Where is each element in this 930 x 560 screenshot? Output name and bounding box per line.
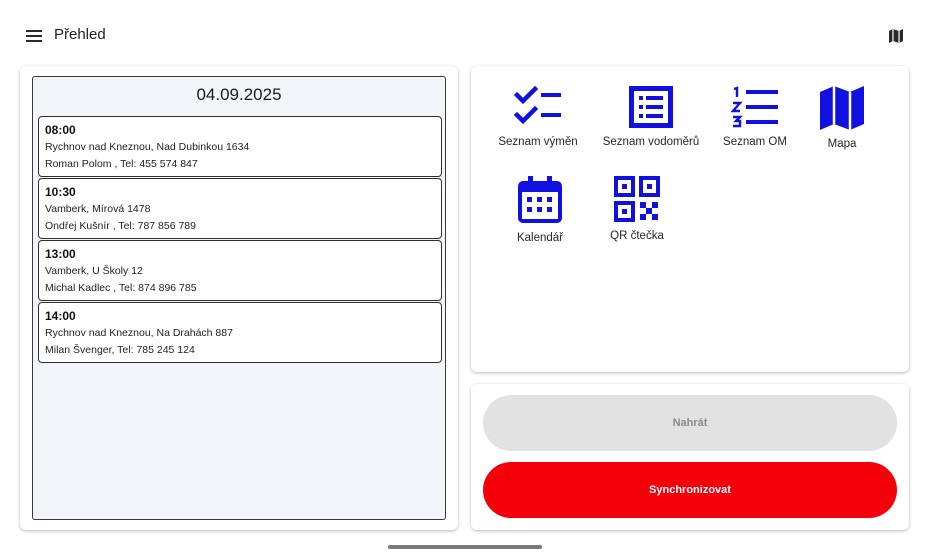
qr-code-icon <box>614 176 660 222</box>
page-title: Přehled <box>54 26 106 43</box>
hamburger-menu-icon <box>26 30 42 42</box>
schedule-card: 04.09.2025 08:00 Rychnov nad Kneznou, Na… <box>20 66 458 530</box>
appointment-time: 13:00 <box>45 247 76 261</box>
appointment-item[interactable]: 08:00 Rychnov nad Kneznou, Nad Dubinkou … <box>38 116 442 177</box>
appointment-address: Vamberk, U Školy 12 <box>45 265 143 277</box>
day-panel: 04.09.2025 08:00 Rychnov nad Kneznou, Na… <box>32 76 446 520</box>
calendar-icon <box>518 176 562 223</box>
appointment-time: 14:00 <box>45 309 76 323</box>
tile-label: QR čtečka <box>610 230 664 242</box>
tile-label: Mapa <box>827 138 857 150</box>
tile-label: Kalendář <box>516 232 564 244</box>
numbered-list-icon <box>730 86 778 128</box>
appointment-item[interactable]: 10:30 Vamberk, Mírová 1478 Ondřej Kušnír… <box>38 178 442 239</box>
sync-card: Nahrát Synchronizovat <box>471 384 909 530</box>
tile-qr-ctecka[interactable]: QR čtečka <box>583 176 691 260</box>
tile-label: Seznam vodoměrů <box>602 136 700 148</box>
menu-card: Seznam výměn Seznam vodoměrů Seznam OM M… <box>471 66 909 372</box>
tile-mapa[interactable]: Mapa <box>788 86 896 170</box>
tile-seznam-vymen[interactable]: Seznam výměn <box>484 86 592 170</box>
map-button[interactable] <box>884 24 908 48</box>
appointment-address: Rychnov nad Kneznou, Na Drahách 887 <box>45 327 233 339</box>
appointment-time: 08:00 <box>45 123 76 137</box>
appointment-item[interactable]: 14:00 Rychnov nad Kneznou, Na Drahách 88… <box>38 302 442 363</box>
schedule-date: 04.09.2025 <box>196 85 282 104</box>
synchronize-button[interactable]: Synchronizovat <box>483 462 897 518</box>
tile-seznam-vodomeru[interactable]: Seznam vodoměrů <box>597 86 705 170</box>
map-icon <box>820 86 864 130</box>
appointment-contact: Milan Švenger, Tel: 785 245 124 <box>45 344 195 356</box>
list-document-icon <box>629 86 673 128</box>
appointment-address: Rychnov nad Kneznou, Nad Dubinkou 1634 <box>45 141 250 153</box>
appointment-time: 10:30 <box>45 185 76 199</box>
menu-button[interactable] <box>22 24 46 48</box>
app-bar: Přehled <box>0 0 930 66</box>
map-icon <box>889 29 903 43</box>
appointment-contact: Roman Polom , Tel: 455 574 847 <box>45 158 198 170</box>
appointment-contact: Michal Kadlec , Tel: 874 896 785 <box>45 282 197 294</box>
appointment-address: Vamberk, Mírová 1478 <box>45 203 151 215</box>
appointment-contact: Ondřej Kušnír , Tel: 787 856 789 <box>45 220 196 232</box>
checklist-icon <box>513 86 561 125</box>
upload-button[interactable]: Nahrát <box>483 395 897 451</box>
tile-label: Seznam výměn <box>498 136 578 148</box>
tile-kalendar[interactable]: Kalendář <box>486 176 594 260</box>
appointment-item[interactable]: 13:00 Vamberk, U Školy 12 Michal Kadlec … <box>38 240 442 301</box>
home-indicator[interactable] <box>388 545 542 549</box>
appointment-list: 08:00 Rychnov nad Kneznou, Nad Dubinkou … <box>38 116 442 364</box>
